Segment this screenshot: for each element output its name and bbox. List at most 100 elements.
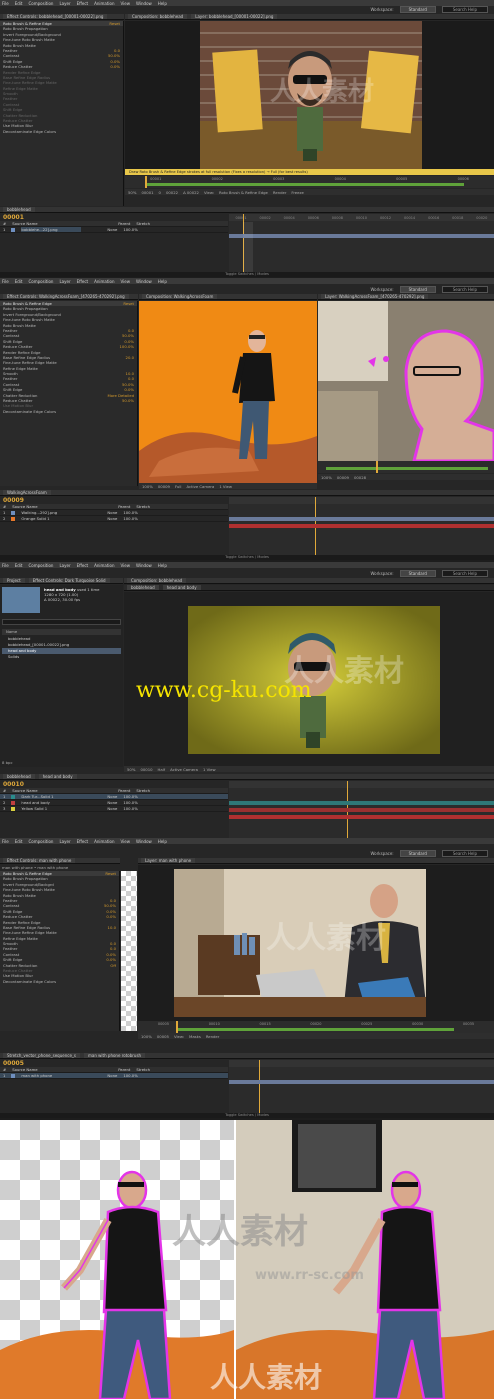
- current-frame-marker[interactable]: [145, 176, 147, 188]
- toggle-switches-modes[interactable]: Toggle Switches / Modes: [0, 555, 494, 560]
- current-frame-marker[interactable]: [176, 1021, 178, 1033]
- menu-composition[interactable]: Composition: [28, 563, 53, 568]
- layer-bar[interactable]: [229, 234, 494, 238]
- tab-effect-controls[interactable]: Effect Controls: bobblehead_[00001-00022…: [3, 14, 108, 19]
- time-ruler[interactable]: [229, 781, 494, 788]
- fx-param-value[interactable]: Reset: [109, 21, 120, 26]
- tab-timeline-bobblehead[interactable]: bobblehead: [3, 774, 35, 779]
- fx-param-value[interactable]: 10.0: [108, 925, 116, 930]
- layer-name[interactable]: head and body: [21, 800, 81, 805]
- layer-stretch[interactable]: 100.0%: [123, 794, 137, 799]
- workspace-select[interactable]: Standard: [399, 569, 436, 577]
- menu-edit[interactable]: Edit: [15, 1, 23, 6]
- layer-stretch[interactable]: 100.0%: [123, 510, 137, 515]
- menu-window[interactable]: Window: [136, 839, 152, 844]
- menu-file[interactable]: File: [2, 1, 9, 6]
- menu-file[interactable]: File: [2, 279, 9, 284]
- composition-viewer[interactable]: www.cg-ku.com 人人素材: [124, 592, 494, 766]
- fx-param-value[interactable]: 0.0%: [110, 64, 120, 69]
- toggle-switches-modes[interactable]: Toggle Switches / Modes: [0, 272, 494, 277]
- menu-effect[interactable]: Effect: [77, 279, 89, 284]
- breadcrumb-bobblehead[interactable]: bobblehead: [127, 585, 159, 590]
- menu-edit[interactable]: Edit: [15, 839, 23, 844]
- fx-param-value[interactable]: Reset: [105, 871, 116, 876]
- layer-parent[interactable]: None: [107, 227, 117, 232]
- layer-stretch[interactable]: 100.0%: [123, 516, 137, 521]
- layer-bar[interactable]: [229, 1080, 494, 1084]
- tab-effect-controls[interactable]: Effect Controls: WalkingAcrossFoam_[4702…: [3, 294, 129, 299]
- menu-edit[interactable]: Edit: [15, 279, 23, 284]
- table-row[interactable]: 1 man with phone None 100.0%: [0, 1073, 228, 1079]
- breadcrumb-head-and-body[interactable]: head and body: [162, 585, 201, 590]
- search-help-field[interactable]: Search Help: [441, 849, 488, 857]
- tab-timeline-sequence[interactable]: Stretch_vector_phone_sequence_s: [3, 1053, 80, 1058]
- search-help-field[interactable]: Search Help: [441, 285, 488, 293]
- fx-param-row[interactable]: Decontaminate Edge Colors: [0, 129, 123, 134]
- menu-composition[interactable]: Composition: [28, 1, 53, 6]
- tab-composition[interactable]: Composition: bobblehead: [128, 14, 188, 19]
- table-row[interactable]: 3 Yellow Solid 1 None 100.0%: [0, 806, 228, 812]
- menu-edit[interactable]: Edit: [15, 563, 23, 568]
- menu-help[interactable]: Help: [158, 563, 167, 568]
- current-timecode[interactable]: 00001: [0, 214, 228, 221]
- menu-layer[interactable]: Layer: [59, 563, 70, 568]
- layer-bar[interactable]: [229, 517, 494, 521]
- menu-effect[interactable]: Effect: [77, 839, 89, 844]
- layer-stretch[interactable]: 100.0%: [123, 227, 137, 232]
- menu-effect[interactable]: Effect: [77, 563, 89, 568]
- tab-layer[interactable]: Layer: WalkingAcrossFoam_[470265-470292]…: [321, 294, 429, 299]
- layer-bar[interactable]: [229, 808, 494, 812]
- layer-bar[interactable]: [229, 524, 494, 528]
- fx-param-value[interactable]: 20.0: [126, 355, 134, 360]
- search-help-field[interactable]: Search Help: [441, 5, 488, 13]
- tab-layer[interactable]: Layer: bobblehead_[00001-00022].png: [191, 14, 278, 19]
- project-search[interactable]: [2, 619, 121, 625]
- timeline-tracks[interactable]: [229, 781, 494, 838]
- toggle-switches-modes[interactable]: Toggle Switches / Modes: [0, 1113, 494, 1118]
- workspace-select[interactable]: Standard: [399, 5, 436, 13]
- layer-parent[interactable]: None: [107, 510, 117, 515]
- current-timecode[interactable]: 00010: [0, 781, 228, 788]
- composition-viewer[interactable]: [139, 301, 317, 483]
- menu-file[interactable]: File: [2, 563, 9, 568]
- layer-name[interactable]: Yellow Solid 1: [21, 806, 81, 811]
- tab-project[interactable]: Project: [3, 578, 25, 583]
- fx-param-row[interactable]: Decontaminate Edge Colors: [0, 409, 137, 414]
- search-help-field[interactable]: Search Help: [441, 569, 488, 577]
- menu-help[interactable]: Help: [158, 279, 167, 284]
- layer-viewer[interactable]: 人人素材 www.rr-sc.com: [125, 21, 494, 169]
- menu-animation[interactable]: Animation: [94, 563, 114, 568]
- layer-parent[interactable]: None: [107, 1073, 117, 1078]
- layer-viewer[interactable]: 人人素材: [138, 865, 494, 1021]
- tab-timeline-rotobrush[interactable]: man with phone rotobrush: [84, 1053, 146, 1058]
- timeline-tracks[interactable]: [229, 497, 494, 555]
- table-row[interactable]: 1 bobblehe...22].png None 100.0%: [0, 227, 228, 233]
- time-ruler[interactable]: 00001 00002 00004 00006 00008 00010 00012 00014…: [229, 214, 494, 221]
- menu-view[interactable]: View: [121, 563, 131, 568]
- layer-viewer[interactable]: [318, 301, 494, 461]
- tab-timeline[interactable]: bobblehead: [3, 207, 35, 212]
- workspace-select[interactable]: Standard: [399, 285, 436, 293]
- timeline-tracks[interactable]: [229, 1060, 494, 1118]
- current-frame-marker[interactable]: [376, 461, 378, 473]
- fx-param-row[interactable]: Decontaminate Edge Colors: [0, 979, 119, 984]
- list-item[interactable]: Solids: [2, 654, 121, 660]
- fx-param-value[interactable]: 100.0%: [120, 344, 134, 349]
- menu-animation[interactable]: Animation: [94, 839, 114, 844]
- layer-name[interactable]: man with phone: [21, 1073, 81, 1078]
- layer-mini-timeline[interactable]: 00005 00010 00015 00020 00025 00030 00035: [138, 1021, 494, 1033]
- menu-window[interactable]: Window: [136, 563, 152, 568]
- fx-param-value[interactable]: Off: [110, 963, 116, 968]
- tab-composition[interactable]: Composition: WalkingAcrossFoam: [142, 294, 218, 299]
- tab-composition[interactable]: Composition: bobblehead: [127, 578, 187, 583]
- layer-name[interactable]: Orange Solid 1: [21, 516, 81, 521]
- current-timecode[interactable]: 00009: [0, 497, 228, 504]
- tab-timeline[interactable]: WalkingAcrossFoam: [3, 490, 51, 495]
- tab-effect-controls[interactable]: Effect Controls: man with phone: [3, 858, 76, 863]
- menu-animation[interactable]: Animation: [94, 1, 114, 6]
- menu-layer[interactable]: Layer: [59, 839, 70, 844]
- menu-help[interactable]: Help: [158, 839, 167, 844]
- current-time-indicator[interactable]: [259, 1060, 260, 1118]
- menu-layer[interactable]: Layer: [59, 279, 70, 284]
- workspace-select[interactable]: Standard: [399, 849, 436, 857]
